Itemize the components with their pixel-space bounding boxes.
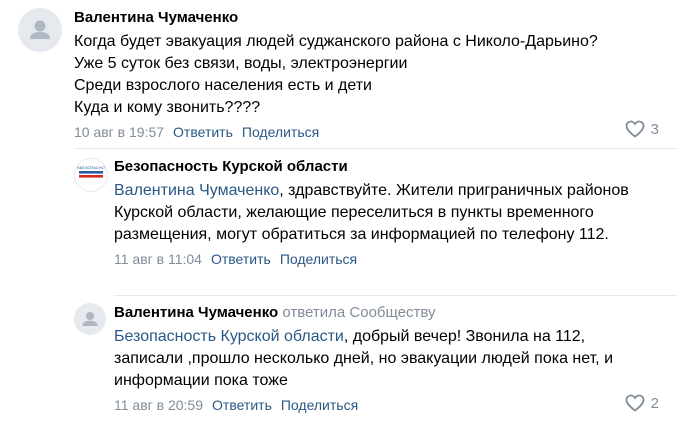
comment-author[interactable]: Безопасность Курской области: [114, 157, 634, 177]
comment-author-line: Валентина Чумаченко ответила Сообществу: [114, 303, 644, 323]
comment-body: Безопасность Курской области Валентина Ч…: [114, 157, 634, 268]
community-avatar[interactable]: КБЕЗОПАСНО: [74, 158, 108, 192]
comment-body: Валентина Чумаченко Когда будет эвакуаци…: [74, 8, 664, 141]
mention-link[interactable]: Валентина Чумаченко: [114, 182, 279, 199]
heart-icon: [625, 120, 645, 138]
divider: [74, 148, 677, 149]
comment-text: Безопасность Курской области, добрый веч…: [114, 326, 644, 392]
user-avatar[interactable]: [18, 8, 62, 52]
comment-date[interactable]: 11 авг в 20:59: [114, 397, 203, 413]
share-button[interactable]: Поделиться: [242, 124, 319, 140]
user-avatar[interactable]: [74, 303, 106, 335]
user-avatar-icon: [30, 20, 50, 39]
comment-meta: 11 авг в 11:04 Ответить Поделиться: [114, 250, 634, 268]
community-logo-icon: КБЕЗОПАСНО: [77, 165, 105, 178]
comment-meta: 11 авг в 20:59 Ответить Поделиться: [114, 396, 644, 414]
user-avatar-icon: [82, 312, 98, 326]
reply-button[interactable]: Ответить: [211, 251, 271, 267]
comment-text: Валентина Чумаченко, здравствуйте. Жител…: [114, 180, 634, 246]
comment-body: Валентина Чумаченко ответила Сообществу …: [114, 303, 644, 414]
reply-button[interactable]: Ответить: [212, 397, 272, 413]
reply-button[interactable]: Ответить: [173, 124, 233, 140]
like-count: 2: [650, 394, 659, 412]
comment-author[interactable]: Валентина Чумаченко: [114, 304, 278, 321]
comment-meta: 10 авг в 19:57 Ответить Поделиться: [74, 123, 664, 141]
comment-author[interactable]: Валентина Чумаченко: [74, 8, 664, 28]
divider: [114, 295, 677, 296]
heart-icon: [625, 394, 645, 412]
mention-link[interactable]: Безопасность Курской области: [114, 328, 344, 345]
share-button[interactable]: Поделиться: [280, 251, 357, 267]
replied-to-label[interactable]: ответила Сообществу: [282, 304, 435, 321]
like-button[interactable]: 2: [625, 394, 659, 412]
share-button[interactable]: Поделиться: [281, 397, 358, 413]
svg-text:КБЕЗОПАСНО: КБЕЗОПАСНО: [77, 165, 104, 170]
like-count: 3: [650, 120, 659, 138]
like-button[interactable]: 3: [625, 120, 659, 138]
comment-date[interactable]: 11 авг в 11:04: [114, 251, 202, 267]
comment-date[interactable]: 10 авг в 19:57: [74, 124, 164, 140]
comment-text: Когда будет эвакуация людей суджанского …: [74, 33, 598, 116]
